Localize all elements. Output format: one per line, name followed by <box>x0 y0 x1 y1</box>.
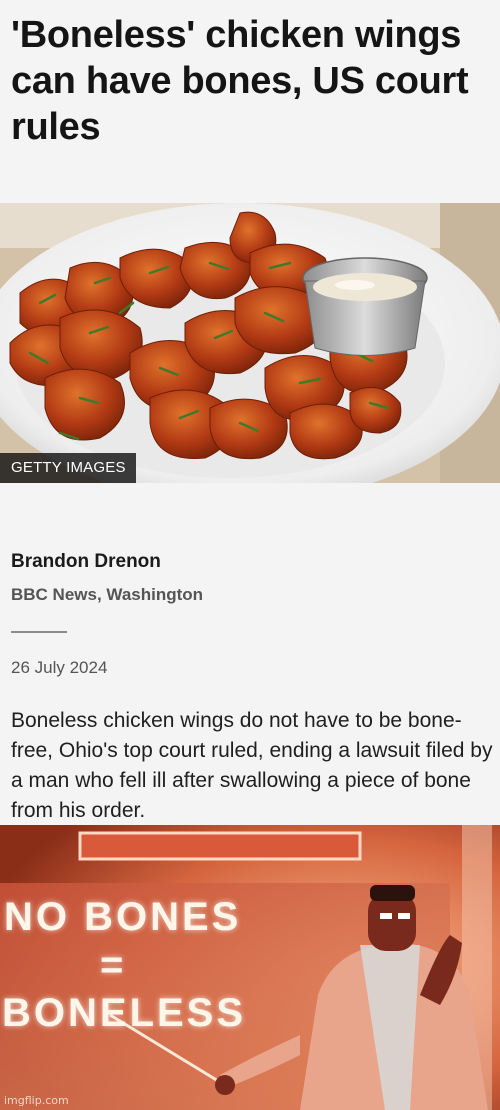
byline: Brandon Drenon BBC News, Washington <box>11 551 203 605</box>
publish-date: 26 July 2024 <box>11 658 108 677</box>
image-caption: GETTY IMAGES <box>0 453 136 483</box>
byline-divider <box>11 631 67 633</box>
article-headline: 'Boneless' chicken wings can have bones,… <box>11 14 469 148</box>
meme-image: NO BONES = BONELESS imgflip.com <box>0 825 500 1110</box>
teacher-chalkboard-illustration <box>0 825 500 1110</box>
imgflip-watermark: imgflip.com <box>4 1094 69 1107</box>
meme-text-boneless: BONELESS <box>2 991 247 1035</box>
news-source: BBC News, Washington <box>11 585 204 604</box>
article-body: Boneless chicken wings do not have to be… <box>11 709 493 822</box>
meme-text-no-bones: NO BONES <box>4 895 242 939</box>
article-hero-image: GETTY IMAGES <box>0 203 500 483</box>
boneless-wings-photo <box>0 203 500 483</box>
author-name[interactable]: Brandon Drenon <box>11 551 203 573</box>
meme-text-equals: = <box>100 943 127 987</box>
